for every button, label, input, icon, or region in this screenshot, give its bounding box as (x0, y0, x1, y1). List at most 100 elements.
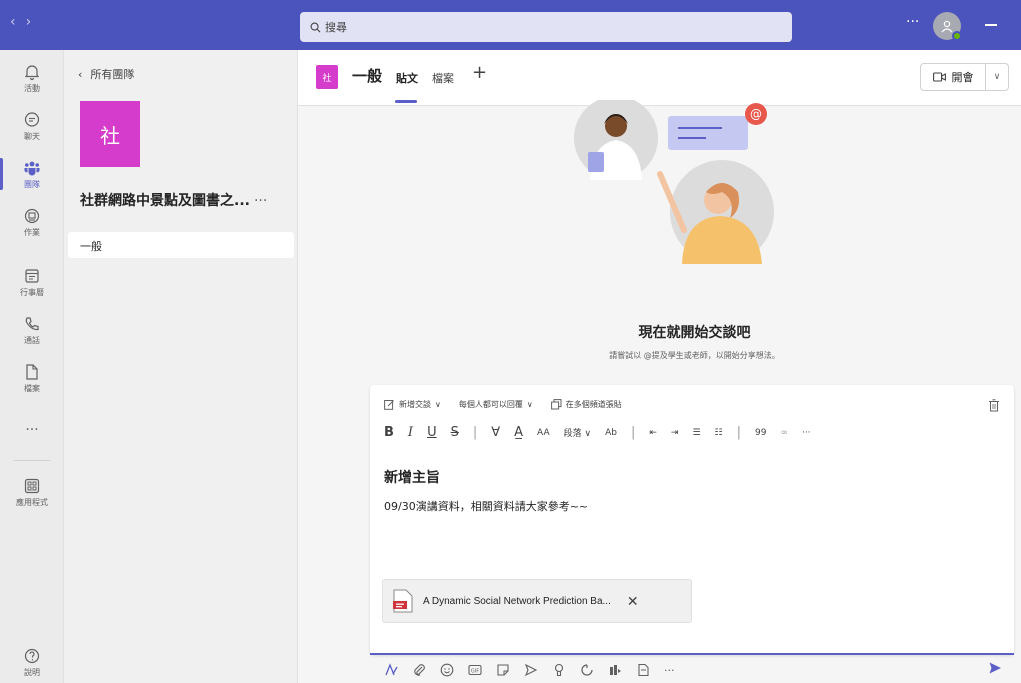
rail-label: 行事曆 (20, 287, 44, 297)
paragraph-dropdown[interactable]: 段落 ∨ (564, 426, 591, 439)
italic-button[interactable]: I (408, 425, 413, 440)
svg-text:GIF: GIF (471, 668, 479, 674)
font-color-icon[interactable]: A̲ (514, 425, 523, 440)
help-icon (24, 648, 40, 663)
assignments-icon (24, 208, 40, 223)
more-label: ··· (25, 422, 39, 438)
chevron-down-icon: ∨ (435, 400, 441, 409)
subject-field[interactable]: 新增主旨 (384, 467, 440, 487)
rail-item-assignments[interactable]: 作業 (0, 198, 64, 246)
compose-focus-underline (370, 653, 1014, 655)
format-icon[interactable] (384, 663, 398, 677)
rail-item-teams[interactable]: 團隊 (0, 150, 64, 198)
toolbar-divider: | (736, 425, 741, 440)
paragraph-label: 段落 (563, 429, 582, 439)
rail-item-activity[interactable]: 活動 (0, 54, 64, 102)
tab-posts[interactable]: 貼文 (396, 70, 418, 86)
add-tab-button[interactable]: + (472, 62, 487, 83)
rail-label: 活動 (24, 83, 40, 93)
active-indicator (0, 158, 3, 190)
team-more-button[interactable]: ··· (254, 193, 267, 209)
reply-permission-label: 每個人都可以回覆 (458, 400, 523, 409)
quote-icon[interactable]: 99 (755, 428, 766, 438)
rail-divider (14, 460, 50, 461)
empty-state-title: 現在就開始交談吧 (638, 325, 751, 341)
attachment-card[interactable]: A Dynamic Social Network Prediction Ba..… (382, 579, 692, 623)
forward-arrow-icon[interactable]: › (26, 14, 42, 30)
forms-icon[interactable] (636, 663, 650, 677)
rail-more-button[interactable]: ··· (0, 406, 64, 454)
compose-box[interactable]: 新增交談 ∨ 每個人都可以回覆 ∨ 在多個頻道張貼 B I U S | ∀ A̲… (370, 385, 1014, 655)
channel-header: 社 一般 貼文 檔案 + 開會 ∨ (298, 50, 1021, 106)
rail-item-help[interactable]: 說明 (0, 638, 64, 683)
rail-item-calendar[interactable]: 行事曆 (0, 258, 64, 306)
strikethrough-button[interactable]: S (451, 425, 459, 440)
reply-permission-option[interactable]: 每個人都可以回覆 ∨ (459, 399, 533, 410)
team-pane: ‹ 所有團隊 社 社群網路中景點及圖書之... ··· 一般 (64, 50, 298, 683)
stream-icon[interactable] (608, 663, 622, 677)
bulleted-list-icon[interactable]: ☰ (692, 428, 700, 438)
rail-item-apps[interactable]: 應用程式 (0, 468, 64, 516)
discard-button[interactable] (988, 397, 1000, 416)
pdf-file-icon (393, 589, 413, 613)
more-format-icon[interactable]: ··· (802, 428, 811, 438)
channel-team-avatar: 社 (316, 65, 338, 89)
more-actions-icon[interactable]: ··· (664, 664, 675, 677)
numbered-list-icon[interactable]: ☷ (715, 428, 723, 438)
video-camera-icon (932, 72, 946, 82)
chat-icon (24, 111, 40, 127)
search-input[interactable]: 搜尋 (300, 12, 792, 42)
avatar[interactable] (933, 12, 962, 41)
gif-icon[interactable]: GIF (468, 663, 482, 677)
highlight-icon[interactable]: ∀ (491, 425, 500, 440)
calendar-icon (25, 268, 39, 283)
all-teams-link[interactable]: ‹ 所有團隊 (78, 66, 134, 82)
rail-label: 團隊 (24, 179, 40, 189)
emoji-icon[interactable] (440, 663, 454, 677)
edit-icon (384, 400, 394, 410)
tab-files[interactable]: 檔案 (432, 70, 454, 86)
team-name: 社群網路中景點及圖書之... ··· (80, 190, 294, 210)
remove-attachment-button[interactable]: ✕ (627, 593, 639, 610)
more-options-button[interactable]: ··· (906, 14, 919, 30)
attachment-name: A Dynamic Social Network Prediction Ba..… (423, 595, 611, 607)
post-multiple-channels-option[interactable]: 在多個頻道張貼 (550, 399, 622, 410)
clear-format-icon[interactable]: Ab (605, 428, 617, 438)
bold-button[interactable]: B (384, 425, 394, 440)
rail-item-files[interactable]: 檔案 (0, 354, 64, 402)
meet-label: 開會 (951, 71, 974, 84)
back-arrow-icon[interactable]: ‹ (10, 14, 26, 30)
sticker-icon[interactable] (496, 663, 510, 677)
channel-item-general[interactable]: 一般 (68, 232, 294, 258)
post-multiple-channels-label: 在多個頻道張貼 (565, 400, 622, 409)
empty-state-subtitle: 請嘗試以 @提及學生或老師，以開始分享想法。 (609, 351, 780, 360)
meet-button[interactable]: 開會 (920, 63, 986, 91)
outdent-icon[interactable]: ⇤ (649, 428, 657, 438)
loop-icon[interactable] (580, 663, 594, 677)
channel-label: 一般 (80, 240, 102, 253)
team-initial: 社 (100, 123, 120, 148)
underline-button[interactable]: U (427, 425, 437, 440)
font-size-icon[interactable]: AA (537, 428, 550, 438)
praise-icon[interactable] (552, 663, 566, 677)
chevron-down-icon: ∨ (993, 72, 1001, 82)
format-toolbar: B I U S | ∀ A̲ AA 段落 ∨ Ab | ⇤ ⇥ ☰ ☷ | 99… (384, 425, 811, 440)
indent-icon[interactable]: ⇥ (671, 428, 679, 438)
attach-icon[interactable] (412, 663, 426, 677)
link-icon[interactable]: ∞ (780, 428, 788, 438)
person-icon (941, 20, 953, 33)
rail-item-chat[interactable]: 聊天 (0, 102, 64, 150)
all-teams-label: 所有團隊 (90, 68, 135, 81)
minimize-button[interactable] (985, 24, 997, 26)
rail-item-calls[interactable]: 通話 (0, 306, 64, 354)
meet-dropdown-button[interactable]: ∨ (985, 63, 1009, 91)
app-rail: 活動 聊天 團隊 作業 行事曆 通話 檔案 ··· 應用程式 說明 (0, 50, 64, 683)
team-avatar: 社 (80, 101, 140, 167)
message-body[interactable]: 09/30演講資料，相關資料請大家參考~~ (384, 498, 588, 514)
active-tab-indicator (395, 100, 417, 103)
new-conversation-option[interactable]: 新增交談 ∨ (384, 399, 441, 410)
schedule-meeting-icon[interactable] (524, 663, 538, 677)
send-icon[interactable] (988, 661, 1002, 675)
file-icon (26, 363, 38, 380)
search-icon (310, 22, 321, 32)
